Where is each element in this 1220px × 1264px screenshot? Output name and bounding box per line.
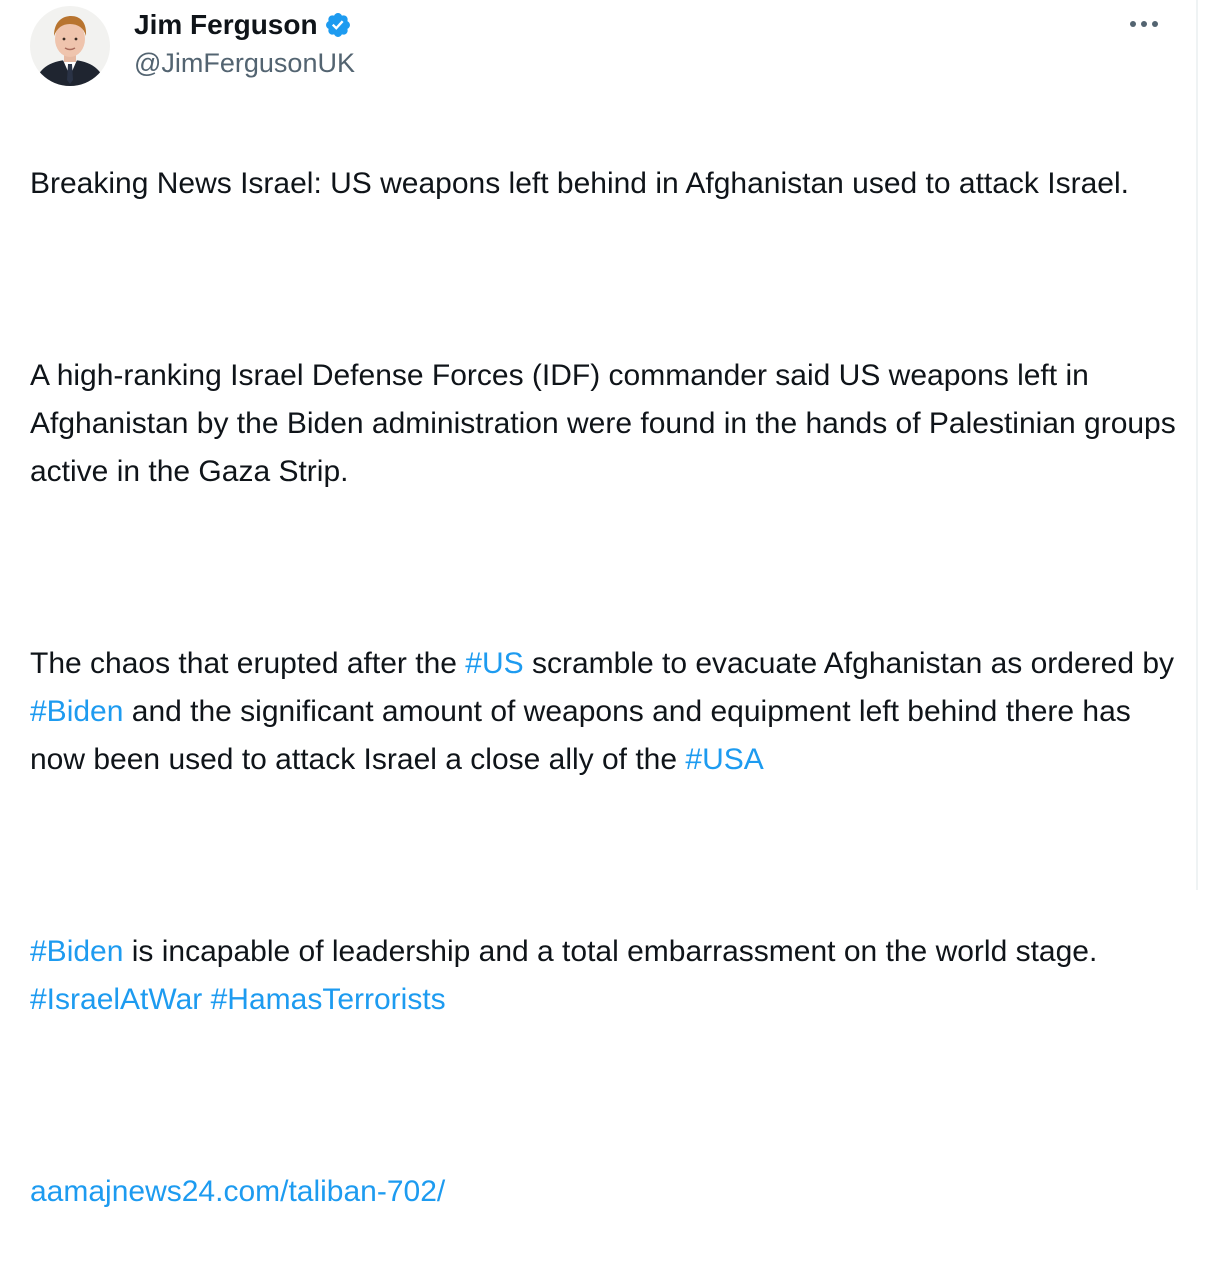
text-segment: and the significant amount of weapons an… <box>30 695 1131 776</box>
tweet-paragraph-3: The chaos that erupted after the #US scr… <box>30 640 1180 784</box>
tweet-paragraph-1: Breaking News Israel: US weapons left be… <box>30 167 1129 200</box>
verified-badge-icon[interactable] <box>324 11 352 39</box>
author-info: Jim Ferguson @JimFergusonUK <box>134 8 355 80</box>
hashtag-usa[interactable]: #USA <box>685 743 763 776</box>
more-horizontal-icon <box>1130 21 1158 27</box>
display-name[interactable]: Jim Ferguson <box>134 8 318 42</box>
text-segment: The chaos that erupted after the <box>30 647 466 680</box>
text-segment <box>202 983 210 1016</box>
tweet: Jim Ferguson @JimFergusonUK Breaking New… <box>0 0 1195 1208</box>
tweet-paragraph-4: #Biden is incapable of leadership and a … <box>30 928 1180 1024</box>
hashtag-israelatwar[interactable]: #IsraelAtWar <box>30 983 202 1016</box>
timeline-divider <box>1196 0 1198 890</box>
tweet-text: Breaking News Israel: US weapons left be… <box>30 112 1180 1264</box>
external-link[interactable]: aamajnews24.com/taliban-702/ <box>30 1175 445 1208</box>
name-row: Jim Ferguson <box>134 8 355 42</box>
hashtag-hamasterrorists[interactable]: #HamasTerrorists <box>211 983 446 1016</box>
avatar[interactable] <box>30 6 110 86</box>
avatar-image <box>30 6 110 86</box>
tweet-header: Jim Ferguson @JimFergusonUK <box>30 6 355 86</box>
tweet-paragraph-2: A high-ranking Israel Defense Forces (ID… <box>30 359 1176 488</box>
tweet-paragraph-5: aamajnews24.com/taliban-702/ <box>30 1168 1180 1216</box>
text-segment: scramble to evacuate Afghanistan as orde… <box>523 647 1175 680</box>
user-handle[interactable]: @JimFergusonUK <box>134 46 355 80</box>
hashtag-biden[interactable]: #Biden <box>30 695 123 728</box>
hashtag-us[interactable]: #US <box>465 647 523 680</box>
hashtag-biden[interactable]: #Biden <box>30 935 123 968</box>
text-segment: is incapable of leadership and a total e… <box>123 935 1098 968</box>
more-options-button[interactable] <box>1124 4 1164 44</box>
